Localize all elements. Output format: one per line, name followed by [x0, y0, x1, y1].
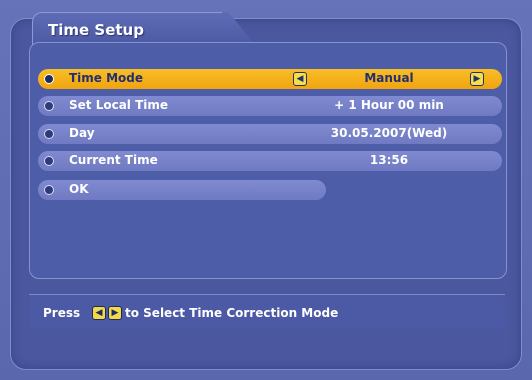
help-left-arrow-icon: ◀: [92, 306, 106, 320]
set-local-time-row[interactable]: Set Local Time + 1 Hour 00 min: [38, 96, 502, 116]
ok-label: OK: [69, 182, 89, 196]
ok-row[interactable]: OK: [38, 180, 326, 200]
day-value: 30.05.2007(Wed): [330, 126, 448, 140]
bullet-icon: [44, 101, 54, 111]
page-title: Time Setup: [48, 21, 144, 39]
set-local-time-label: Set Local Time: [69, 98, 169, 112]
bullet-icon: [44, 156, 54, 166]
right-arrow-icon[interactable]: ▶: [470, 72, 484, 86]
help-prefix: Press: [43, 306, 81, 320]
help-text: to Select Time Correction Mode: [125, 306, 339, 320]
current-time-label: Current Time: [69, 153, 158, 167]
set-local-time-value: + 1 Hour 00 min: [334, 98, 444, 112]
current-time-value: 13:56: [369, 153, 409, 167]
help-right-arrow-icon: ▶: [108, 306, 122, 320]
time-mode-value: Manual: [364, 71, 414, 85]
current-time-row[interactable]: Current Time 13:56: [38, 151, 502, 171]
bullet-icon: [44, 129, 54, 139]
bullet-icon: [44, 185, 54, 195]
day-row[interactable]: Day 30.05.2007(Wed): [38, 124, 502, 144]
bullet-icon: [44, 74, 54, 84]
time-mode-row[interactable]: Time Mode ◀ Manual ▶: [38, 69, 502, 89]
time-mode-label: Time Mode: [69, 71, 144, 85]
day-label: Day: [69, 126, 95, 140]
